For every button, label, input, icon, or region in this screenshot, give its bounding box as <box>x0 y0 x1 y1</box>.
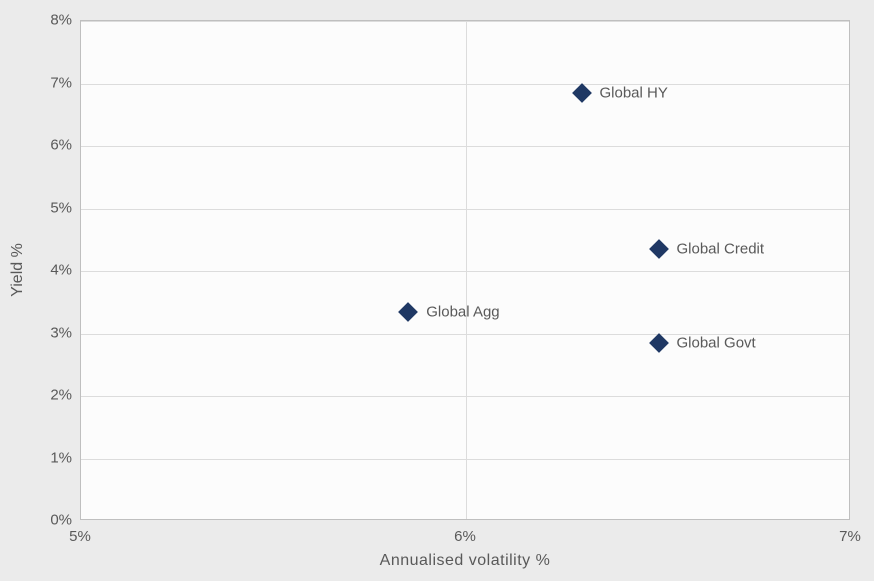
x-tick-label: 7% <box>820 528 874 545</box>
y-tick-label: 2% <box>22 387 72 404</box>
gridline-horizontal <box>81 459 849 460</box>
gridline-vertical <box>466 21 467 519</box>
data-point <box>649 333 669 353</box>
y-tick-label: 5% <box>22 199 72 216</box>
data-point-label: Global HY <box>600 84 668 101</box>
gridline-horizontal <box>81 146 849 147</box>
data-point <box>398 302 418 322</box>
data-point-label: Global Credit <box>677 241 765 258</box>
y-tick-label: 4% <box>22 262 72 279</box>
y-tick-label: 3% <box>22 324 72 341</box>
y-tick-label: 0% <box>22 512 72 529</box>
gridline-horizontal <box>81 21 849 22</box>
y-tick-label: 1% <box>22 449 72 466</box>
x-tick-label: 6% <box>435 528 495 545</box>
data-point-label: Global Govt <box>677 334 756 351</box>
gridline-horizontal <box>81 396 849 397</box>
data-point <box>572 83 592 103</box>
y-tick-label: 8% <box>22 12 72 29</box>
scatter-chart: Global Agg Global HY Global Credit Global G… <box>0 0 874 581</box>
x-axis-title: Annualised volatility % <box>380 552 551 570</box>
gridline-horizontal <box>81 84 849 85</box>
plot-area: Global Agg Global HY Global Credit Global G… <box>80 20 850 520</box>
y-tick-label: 6% <box>22 137 72 154</box>
gridline-horizontal <box>81 209 849 210</box>
data-point <box>649 239 669 259</box>
gridline-horizontal <box>81 271 849 272</box>
data-point-label: Global Agg <box>426 303 499 320</box>
x-tick-label: 5% <box>50 528 110 545</box>
y-tick-label: 7% <box>22 74 72 91</box>
